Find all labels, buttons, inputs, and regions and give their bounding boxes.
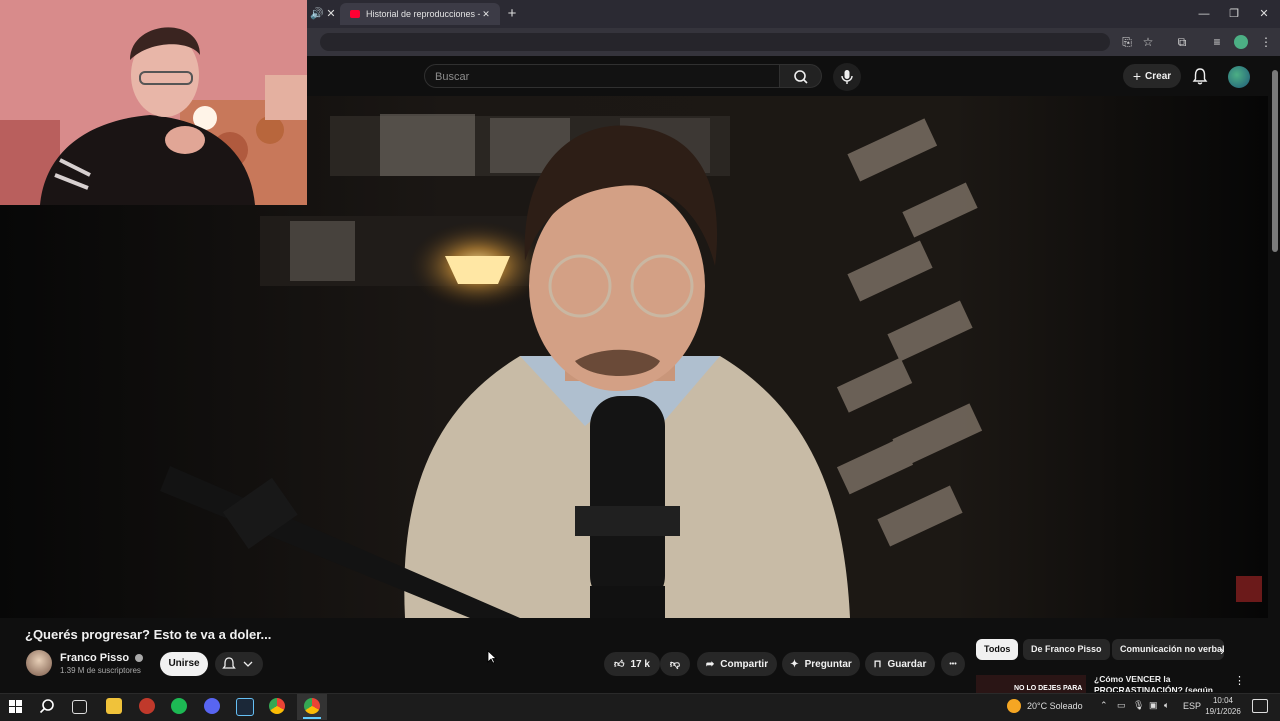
like-count: 17 k — [630, 658, 650, 670]
tray-mic-icon[interactable]: 🎙︎ — [1133, 700, 1144, 711]
microphone-icon — [841, 70, 853, 84]
more-dots-icon: ••• — [949, 660, 957, 668]
chip-comunicacion[interactable]: Comunicación no verbal — [1112, 639, 1224, 660]
save-button[interactable]: ⊓ Guardar — [865, 652, 935, 676]
voice-search-button[interactable] — [833, 63, 861, 91]
share-label: Compartir — [720, 658, 769, 670]
bookmark-icon: ⊓ — [873, 658, 882, 670]
thumbs-up-icon: 👍︎ — [614, 659, 625, 670]
tray-chevron-icon[interactable]: ⌃ — [1100, 700, 1108, 711]
tray-app-icon[interactable]: ▭ — [1117, 700, 1126, 711]
start-windows-icon[interactable] — [9, 700, 22, 713]
verified-check-icon — [135, 654, 144, 663]
like-button[interactable]: 👍︎ 17 k — [604, 652, 660, 676]
mouse-cursor-icon — [487, 650, 498, 669]
search-input[interactable]: Buscar — [424, 64, 780, 88]
search-icon — [794, 70, 808, 84]
weather-sun-icon[interactable] — [1007, 699, 1021, 713]
discord-icon[interactable] — [204, 698, 220, 714]
subscriber-count: 1.39 M de suscriptores — [60, 666, 141, 675]
volume-icon[interactable]: 🔈︎ — [1164, 700, 1169, 711]
tab-close-icon[interactable]: ✕ — [480, 9, 492, 20]
chrome-active-icon[interactable] — [304, 698, 320, 714]
install-app-icon[interactable]: ⎘ — [1119, 34, 1135, 50]
join-button[interactable]: Unirse — [160, 652, 208, 676]
webcam-image — [0, 0, 307, 205]
recommendation-menu-icon[interactable]: ⋮ — [1234, 674, 1245, 687]
restore-button[interactable]: ❐ — [1220, 0, 1248, 28]
notification-settings-button[interactable] — [215, 652, 263, 676]
close-window-button[interactable]: ✕ — [1250, 0, 1278, 28]
share-button[interactable]: ➦ Compartir — [697, 652, 777, 676]
youtube-favicon-icon — [350, 10, 360, 18]
create-button[interactable]: + Crear — [1123, 64, 1181, 88]
clock-date: 19/1/2026 — [1205, 707, 1241, 716]
bookmark-star-icon[interactable]: ☆ — [1140, 34, 1156, 50]
weather-text[interactable]: 20°C Soleado — [1027, 701, 1083, 711]
scrollbar-thumb[interactable] — [1272, 70, 1278, 252]
channel-name-row[interactable]: Franco Pisso — [60, 652, 144, 664]
search-taskbar-icon[interactable] — [39, 698, 55, 714]
chip-de-franco-pisso[interactable]: De Franco Pisso — [1023, 639, 1110, 660]
channel-avatar[interactable] — [26, 650, 52, 676]
thumbs-down-icon: 👎︎ — [669, 659, 681, 670]
ask-button[interactable]: ✦ Preguntar — [782, 652, 860, 676]
clock[interactable]: 10:04 19/1/2026 — [1205, 695, 1241, 717]
steam-icon[interactable] — [236, 698, 254, 716]
extensions-icon[interactable]: ⧉ — [1174, 34, 1190, 50]
share-arrow-icon: ➦ — [705, 658, 715, 670]
thumbnail-text: NO LO DEJES PARA — [1014, 685, 1083, 692]
chrome-icon[interactable] — [269, 698, 285, 714]
bell-icon — [1192, 68, 1208, 85]
ask-label: Preguntar — [804, 658, 852, 670]
search-button[interactable] — [780, 64, 822, 88]
channel-name[interactable]: Franco Pisso — [60, 652, 129, 664]
chips-next-icon[interactable]: › — [1220, 643, 1224, 658]
create-label: Crear — [1145, 70, 1172, 82]
save-label: Guardar — [887, 658, 927, 670]
webcam-overlay — [0, 0, 307, 205]
new-tab-button[interactable]: + — [498, 0, 526, 28]
recommendation-thumbnail[interactable]: NO LO DEJES PARA — [976, 675, 1086, 693]
task-view-icon[interactable] — [72, 700, 87, 714]
notifications-center-icon[interactable] — [1252, 699, 1268, 713]
recommendation-title[interactable]: ¿Cómo VENCER la PROCRASTINACIÓN? (según … — [1094, 674, 1222, 692]
tab-title: Historial de reproducciones - YouTube — [366, 9, 480, 19]
tab-historial[interactable]: Historial de reproducciones - YouTube ✕ — [340, 3, 500, 25]
network-icon[interactable]: ▣ — [1149, 700, 1158, 711]
url-field[interactable] — [320, 33, 1110, 51]
browser-menu-icon[interactable]: ⋮ — [1258, 34, 1274, 50]
minimize-button[interactable]: — — [1190, 0, 1218, 28]
taskbar — [0, 693, 1280, 721]
notifications-button[interactable] — [1190, 66, 1210, 86]
profile-avatar-icon[interactable] — [1234, 35, 1248, 49]
language-indicator[interactable]: ESP — [1183, 701, 1201, 711]
sparkle-icon: ✦ — [790, 658, 799, 670]
more-actions-button[interactable]: ••• — [941, 652, 965, 676]
spotify-icon[interactable] — [171, 698, 187, 714]
chip-todos[interactable]: Todos — [976, 639, 1019, 660]
active-app-indicator — [303, 717, 321, 719]
bell-chevron-icon — [222, 657, 253, 669]
plus-icon: + — [1132, 68, 1142, 84]
file-explorer-icon[interactable] — [106, 698, 122, 714]
channel-watermark[interactable] — [1236, 576, 1262, 602]
media-controls-icon[interactable]: ≡ — [1209, 34, 1225, 50]
account-avatar[interactable] — [1228, 66, 1250, 88]
app-red-icon[interactable] — [139, 698, 155, 714]
dislike-button[interactable]: 👎︎ — [660, 652, 690, 676]
video-title: ¿Querés progresar? Esto te va a doler... — [25, 627, 272, 642]
clock-time: 10:04 — [1212, 696, 1234, 705]
